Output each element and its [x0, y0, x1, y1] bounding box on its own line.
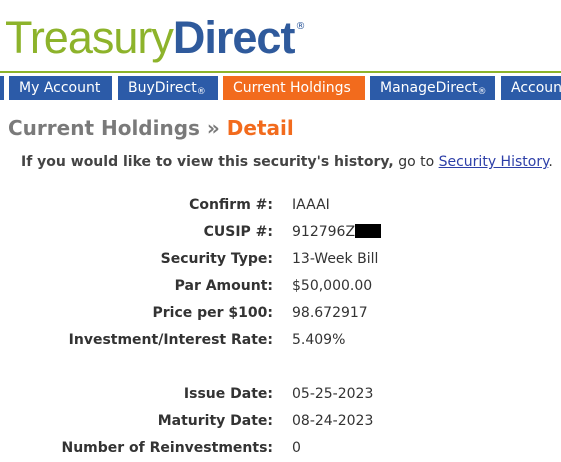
tab-buydirect-reg: ®: [196, 87, 206, 97]
issue-date-label: Issue Date:: [183, 386, 273, 402]
confirm-value: IAAAI: [292, 197, 330, 213]
tab-account[interactable]: Accoun: [501, 76, 561, 100]
history-prompt: If you would like to view this security'…: [21, 154, 553, 170]
detail-row-rate: Investment/Interest Rate: 5.409%: [0, 332, 561, 354]
cusip-value: 912796Z: [292, 224, 356, 240]
treasurydirect-logo[interactable]: TreasuryDirect®: [5, 10, 305, 66]
par-amount-label: Par Amount:: [174, 278, 273, 294]
tab-account-label: Accoun: [511, 80, 561, 96]
nav-top-divider: [0, 71, 561, 73]
detail-row-price: Price per $100: 98.672917: [0, 305, 561, 327]
rate-value: 5.409%: [292, 332, 346, 348]
page-title: Current Holdings » Detail: [8, 116, 294, 140]
security-type-label: Security Type:: [160, 251, 273, 267]
logo-direct-text: Direct: [172, 12, 296, 63]
history-end-period: .: [548, 154, 553, 170]
reinvestments-value: 0: [292, 440, 301, 456]
breadcrumb-current-holdings: Current Holdings: [8, 116, 200, 140]
detail-row-reinvestments: Number of Reinvestments: 0: [0, 440, 561, 462]
history-goto-text: go to: [398, 154, 435, 170]
rate-label: Investment/Interest Rate:: [68, 332, 273, 348]
cusip-label: CUSIP #:: [203, 224, 273, 240]
detail-row-security-type: Security Type: 13-Week Bill: [0, 251, 561, 273]
detail-row-issue-date: Issue Date: 05-25-2023: [0, 386, 561, 408]
security-history-link[interactable]: Security History: [439, 154, 549, 170]
detail-row-confirm: Confirm #: IAAAI: [0, 197, 561, 219]
detail-row-cusip: CUSIP #: 912796Z: [0, 224, 561, 246]
issue-date-value: 05-25-2023: [292, 386, 374, 402]
page-title-detail: Detail: [226, 116, 294, 140]
tab-my-account[interactable]: My Account: [9, 76, 112, 100]
price-label: Price per $100:: [152, 305, 274, 321]
tab-managedirect-reg: ®: [477, 87, 487, 97]
cusip-value-wrap: 912796Z: [292, 224, 382, 240]
reinvestments-label: Number of Reinvestments:: [61, 440, 273, 456]
cusip-redaction: [355, 224, 382, 238]
tab-buydirect-label: BuyDirect: [128, 80, 197, 96]
confirm-label: Confirm #:: [189, 197, 273, 213]
par-amount-value: $50,000.00: [292, 278, 373, 294]
tab-buydirect[interactable]: BuyDirect®: [118, 76, 218, 100]
logo-registered-mark: ®: [295, 21, 306, 32]
tab-my-account-label: My Account: [19, 80, 101, 96]
detail-row-par-amount: Par Amount: $50,000.00: [0, 278, 561, 300]
tab-managedirect[interactable]: ManageDirect®: [370, 76, 495, 100]
price-value: 98.672917: [292, 305, 368, 321]
maturity-date-value: 08-24-2023: [292, 413, 374, 429]
detail-row-maturity-date: Maturity Date: 08-24-2023: [0, 413, 561, 435]
main-nav: My Account BuyDirect® Current Holdings M…: [0, 76, 561, 100]
history-question: If you would like to view this security'…: [21, 154, 394, 170]
logo-treasury-text: Treasury: [5, 12, 174, 63]
tab-current-holdings[interactable]: Current Holdings: [223, 76, 365, 100]
security-type-value: 13-Week Bill: [292, 251, 379, 267]
breadcrumb-separator: »: [206, 116, 220, 140]
tab-current-holdings-label: Current Holdings: [233, 80, 351, 96]
nav-tab-edge: [0, 76, 4, 100]
maturity-date-label: Maturity Date:: [157, 413, 273, 429]
tab-managedirect-label: ManageDirect: [380, 80, 478, 96]
